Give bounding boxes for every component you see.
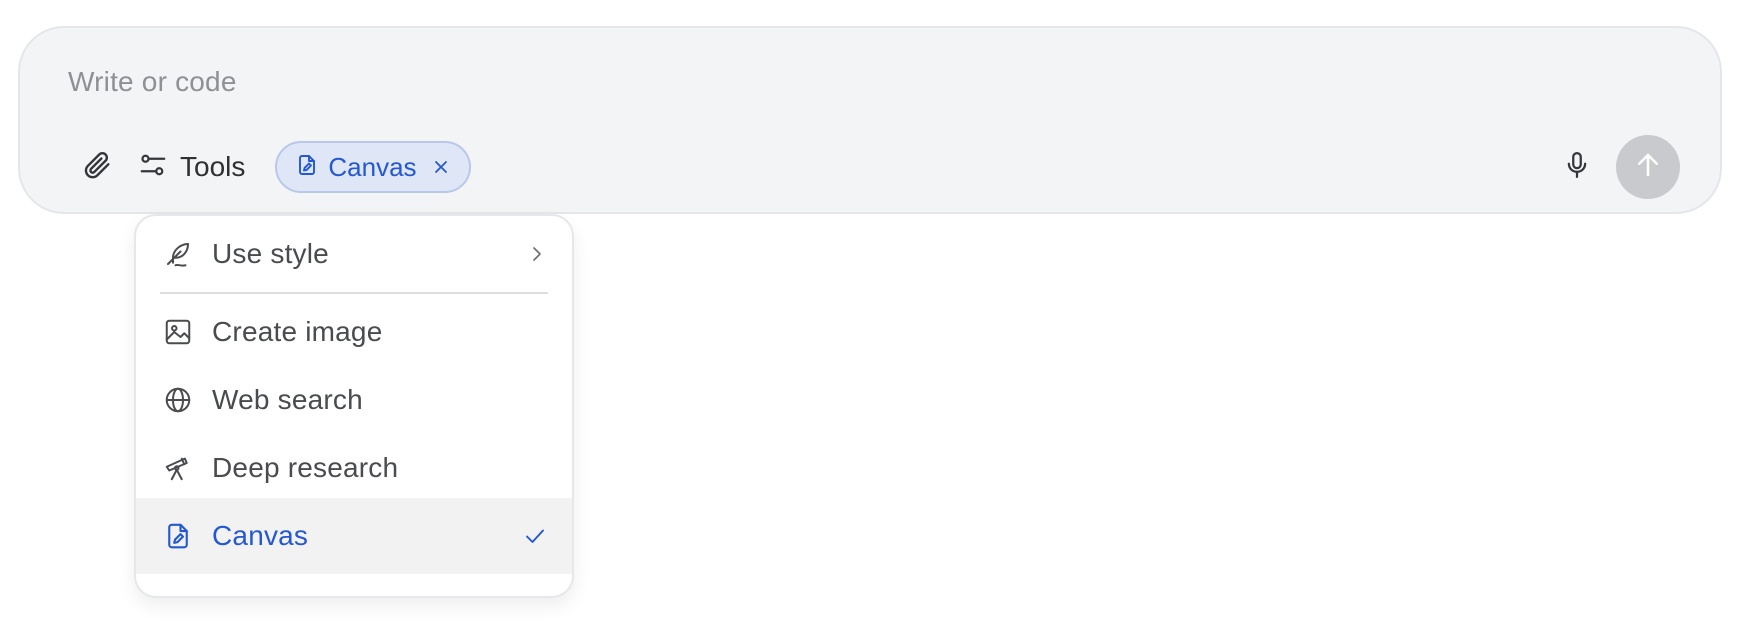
send-button[interactable] (1616, 135, 1680, 199)
arrow-up-icon (1633, 150, 1663, 185)
tools-button[interactable]: Tools (138, 142, 245, 192)
sliders-icon (138, 150, 168, 185)
voice-input-button[interactable] (1552, 142, 1602, 192)
menu-item-canvas[interactable]: Canvas (136, 498, 572, 574)
tools-label: Tools (180, 151, 246, 182)
paperclip-icon (81, 149, 113, 186)
menu-item-label: Deep research (212, 452, 399, 483)
canvas-file-icon (295, 153, 319, 182)
menu-item-label: Web search (212, 384, 363, 415)
active-tool-chip[interactable]: Canvas (275, 141, 471, 193)
menu-item-create-image[interactable]: Create image (136, 294, 572, 370)
image-icon (162, 316, 194, 348)
composer-toolbar-right (1552, 134, 1680, 200)
feather-icon (162, 238, 194, 270)
remove-tool-icon[interactable] (433, 159, 449, 175)
globe-icon (162, 384, 194, 416)
composer-toolbar-left: Tools Canvas (72, 140, 471, 194)
menu-item-deep-research[interactable]: Deep research (136, 430, 572, 506)
tools-dropdown-menu: Use style Create image Web search Deep r… (134, 214, 574, 598)
menu-item-web-search[interactable]: Web search (136, 362, 572, 438)
check-icon (524, 498, 546, 574)
menu-item-use-style[interactable]: Use style (136, 216, 572, 292)
attach-button[interactable] (72, 142, 122, 192)
telescope-icon (162, 452, 194, 484)
prompt-composer: Write or code Tools Canvas (18, 26, 1722, 214)
canvas-file-icon (162, 520, 194, 552)
chevron-right-icon (528, 216, 546, 292)
menu-item-label: Use style (212, 238, 329, 269)
menu-item-label: Canvas (212, 520, 309, 551)
menu-item-label: Create image (212, 316, 383, 347)
active-tool-chip-label: Canvas (328, 151, 417, 182)
prompt-input[interactable]: Write or code (68, 66, 237, 98)
microphone-icon (1562, 150, 1592, 185)
